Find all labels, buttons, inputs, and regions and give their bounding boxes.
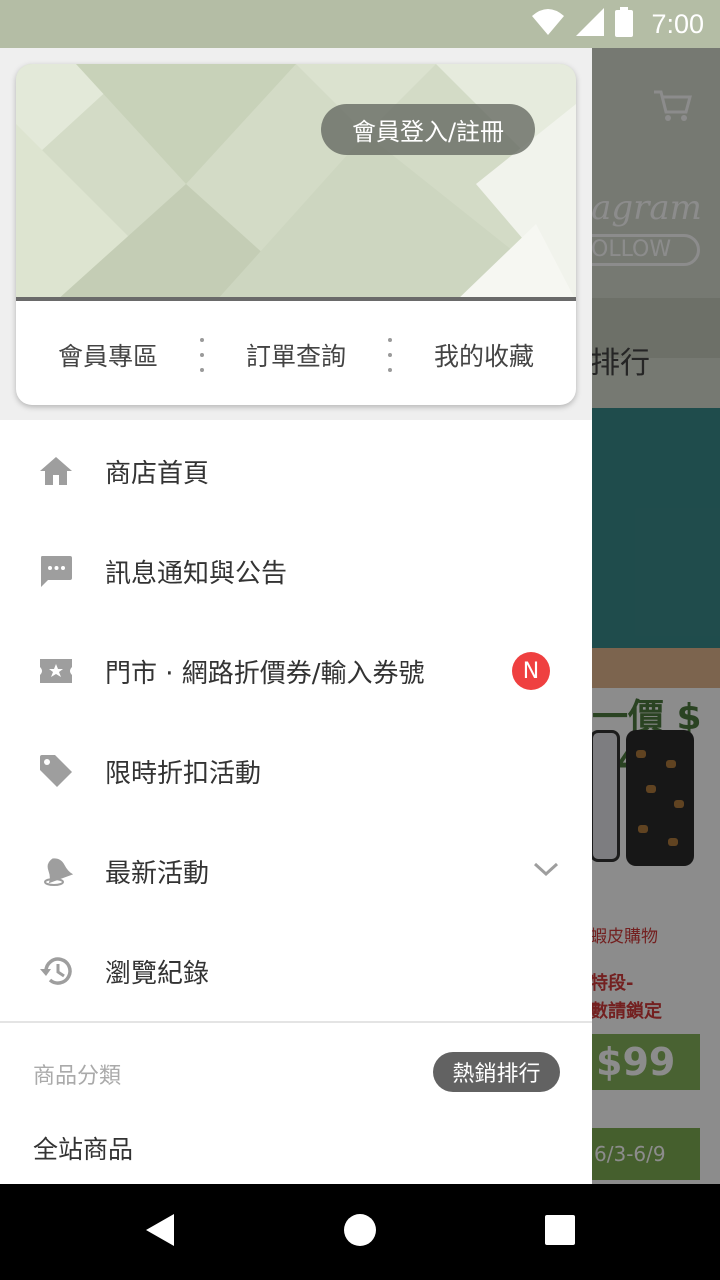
navigation-drawer: 會員登入/註冊 會員專區 訂單查詢 我的收藏 商店首頁 訊息通知與公告 門市 ·… (0, 48, 592, 1184)
menu-item-notifications[interactable]: 訊息通知與公告 (0, 521, 592, 621)
menu-label: 商店首頁 (105, 458, 210, 489)
all-products-item[interactable]: 全站商品 (33, 1130, 133, 1166)
home-circle-icon (343, 1213, 377, 1251)
menu-label: 門市 · 網路折價券/輸入券號 (105, 658, 425, 689)
back-button[interactable] (120, 1184, 200, 1280)
system-nav-bar (0, 1184, 720, 1280)
menu-label: 訊息通知與公告 (105, 558, 288, 589)
menu-item-flash-discount[interactable]: 限時折扣活動 (0, 721, 592, 821)
signal-icon (575, 7, 605, 41)
new-badge: N (512, 652, 550, 690)
chevron-down-icon[interactable] (532, 860, 560, 882)
order-query-link[interactable]: 訂單查詢 (204, 337, 388, 373)
recents-button[interactable] (520, 1184, 600, 1280)
back-icon (144, 1212, 176, 1252)
member-banner: 會員登入/註冊 (16, 64, 576, 301)
menu-label: 瀏覽紀錄 (105, 958, 210, 989)
tag-icon (36, 751, 76, 791)
drawer-menu: 商店首頁 訊息通知與公告 門市 · 網路折價券/輸入券號 N 限時折扣活動 最新… (0, 421, 592, 1021)
bell-icon (36, 851, 76, 891)
drawer-header: 會員登入/註冊 會員專區 訂單查詢 我的收藏 (0, 48, 592, 420)
category-section-label: 商品分類 (33, 1064, 122, 1089)
quick-links: 會員專區 訂單查詢 我的收藏 (16, 305, 576, 405)
member-area-link[interactable]: 會員專區 (16, 337, 200, 373)
wifi-icon (531, 8, 565, 40)
menu-label: 最新活動 (105, 858, 210, 889)
clock: 7:00 (651, 8, 704, 39)
home-icon (36, 451, 76, 491)
menu-item-latest-events[interactable]: 最新活動 (0, 821, 592, 921)
member-card: 會員登入/註冊 會員專區 訂單查詢 我的收藏 (16, 64, 576, 405)
home-button[interactable] (320, 1184, 400, 1280)
coupon-icon (36, 651, 76, 691)
menu-item-browsing-history[interactable]: 瀏覽紀錄 (0, 921, 592, 1021)
divider (0, 1021, 592, 1023)
history-icon (36, 951, 76, 991)
menu-label: 限時折扣活動 (105, 758, 262, 789)
favorites-link[interactable]: 我的收藏 (392, 337, 576, 373)
message-icon (36, 551, 76, 591)
battery-icon (615, 7, 634, 41)
recents-icon (544, 1214, 576, 1250)
login-register-button[interactable]: 會員登入/註冊 (321, 104, 535, 155)
status-bar: 7:00 (0, 0, 720, 48)
status-icons: 7:00 (531, 0, 704, 48)
menu-item-store-home[interactable]: 商店首頁 (0, 421, 592, 521)
menu-item-coupons[interactable]: 門市 · 網路折價券/輸入券號 N (0, 621, 592, 721)
best-seller-button[interactable]: 熱銷排行 (433, 1052, 560, 1092)
